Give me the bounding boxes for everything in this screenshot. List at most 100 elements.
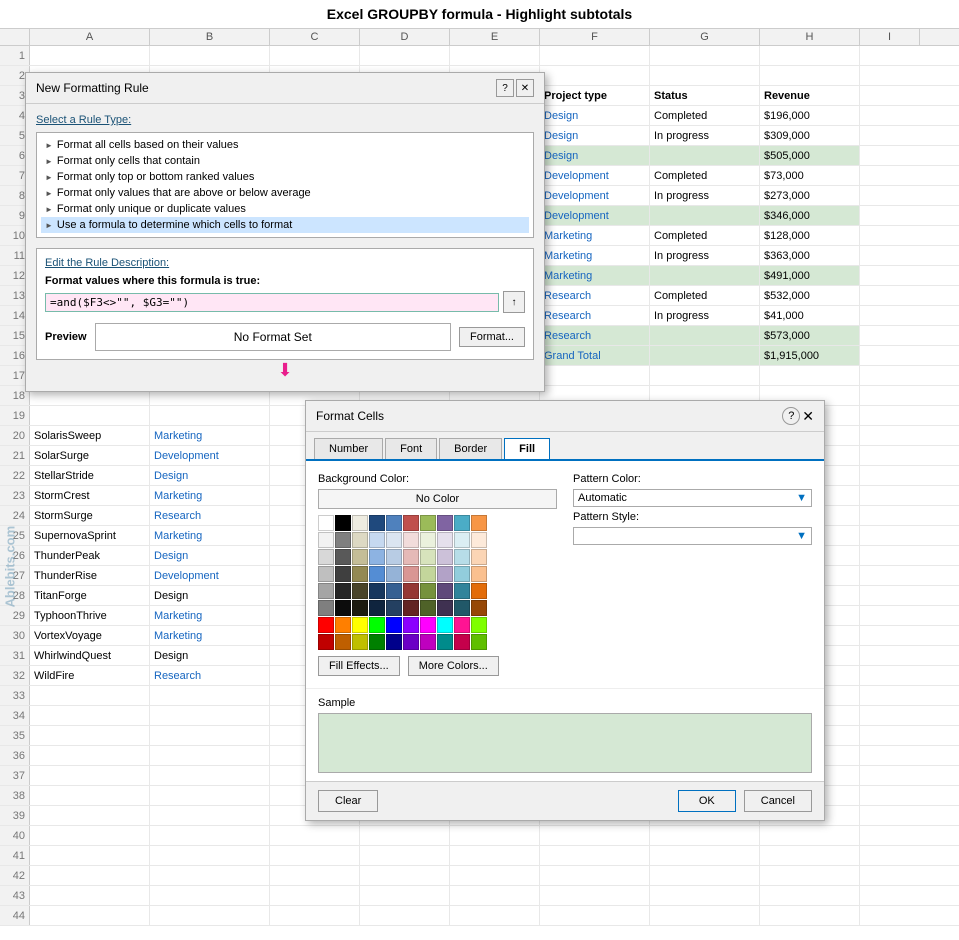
tab-number[interactable]: Number	[314, 438, 383, 459]
color-swatch[interactable]	[352, 634, 368, 650]
fc-help-button[interactable]: ?	[782, 407, 800, 425]
color-swatch[interactable]	[437, 549, 453, 565]
cell-a[interactable]	[30, 826, 150, 845]
color-swatch[interactable]	[437, 617, 453, 633]
color-swatch[interactable]	[403, 634, 419, 650]
tab-fill[interactable]: Fill	[504, 438, 550, 461]
cell-h[interactable]	[760, 826, 860, 845]
nfr-formula-range-button[interactable]: ↑	[503, 291, 525, 313]
color-swatch[interactable]	[420, 583, 436, 599]
color-swatch[interactable]	[420, 634, 436, 650]
cell-a[interactable]	[30, 806, 150, 825]
cell-g[interactable]: Completed	[650, 286, 760, 305]
cell-h[interactable]: $1,915,000	[760, 346, 860, 365]
color-swatch[interactable]	[335, 566, 351, 582]
cell-a[interactable]: WhirlwindQuest	[30, 646, 150, 665]
color-swatch[interactable]	[420, 566, 436, 582]
cell-f[interactable]: Project type	[540, 86, 650, 105]
cell-b[interactable]: Research	[150, 666, 270, 685]
cell-a[interactable]	[30, 406, 150, 425]
cell-b[interactable]: Development	[150, 566, 270, 585]
cell-c[interactable]	[270, 846, 360, 865]
color-swatch[interactable]	[403, 617, 419, 633]
cell-h[interactable]: $573,000	[760, 326, 860, 345]
cell-b[interactable]	[150, 906, 270, 925]
cell-h[interactable]	[760, 66, 860, 85]
cell-b[interactable]: Design	[150, 546, 270, 565]
color-swatch[interactable]	[318, 583, 334, 599]
color-swatch[interactable]	[471, 600, 487, 616]
cell-b[interactable]	[150, 826, 270, 845]
cell-b[interactable]	[150, 786, 270, 805]
cell-f[interactable]: Development	[540, 166, 650, 185]
cell-g[interactable]: Completed	[650, 226, 760, 245]
cell-c[interactable]	[270, 906, 360, 925]
cell-b[interactable]	[150, 726, 270, 745]
cell-b[interactable]: Marketing	[150, 486, 270, 505]
cell-a[interactable]	[30, 766, 150, 785]
color-swatch[interactable]	[454, 583, 470, 599]
cell-g[interactable]	[650, 886, 760, 905]
cell-a[interactable]: VortexVoyage	[30, 626, 150, 645]
color-swatch[interactable]	[352, 617, 368, 633]
cell-f[interactable]: Development	[540, 186, 650, 205]
cell-h[interactable]: $363,000	[760, 246, 860, 265]
cell-e[interactable]	[450, 906, 540, 925]
color-swatch[interactable]	[386, 515, 402, 531]
color-swatch[interactable]	[454, 634, 470, 650]
cell-e[interactable]	[450, 866, 540, 885]
cell-g[interactable]	[650, 266, 760, 285]
color-swatch[interactable]	[386, 634, 402, 650]
color-swatch[interactable]	[454, 566, 470, 582]
color-swatch[interactable]	[454, 549, 470, 565]
cell-b[interactable]: Design	[150, 646, 270, 665]
color-swatch[interactable]	[318, 600, 334, 616]
cell-f[interactable]	[540, 906, 650, 925]
cell-b[interactable]: Marketing	[150, 626, 270, 645]
cell-a[interactable]	[30, 786, 150, 805]
color-swatch[interactable]	[420, 532, 436, 548]
fc-fill-effects-button[interactable]: Fill Effects...	[318, 656, 400, 676]
color-swatch[interactable]	[471, 617, 487, 633]
color-swatch[interactable]	[454, 515, 470, 531]
color-swatch[interactable]	[471, 634, 487, 650]
cell-h[interactable]: $505,000	[760, 146, 860, 165]
rule-type-item[interactable]: Format only cells that contain	[41, 153, 529, 169]
color-swatch[interactable]	[454, 532, 470, 548]
cell-g[interactable]: Completed	[650, 166, 760, 185]
color-swatch[interactable]	[403, 532, 419, 548]
fc-clear-button[interactable]: Clear	[318, 790, 378, 812]
cell-a[interactable]: StormCrest	[30, 486, 150, 505]
cell-a[interactable]: StormSurge	[30, 506, 150, 525]
cell-f[interactable]: Design	[540, 106, 650, 125]
cell-a[interactable]: WildFire	[30, 666, 150, 685]
cell-b[interactable]: Design	[150, 466, 270, 485]
color-swatch[interactable]	[369, 532, 385, 548]
cell-a[interactable]: TitanForge	[30, 586, 150, 605]
cell-f[interactable]	[540, 46, 650, 65]
cell-a[interactable]: SupernovaSprint	[30, 526, 150, 545]
tab-font[interactable]: Font	[385, 438, 437, 459]
color-swatch[interactable]	[318, 634, 334, 650]
fc-pattern-color-select[interactable]: Automatic ▼	[573, 489, 812, 507]
cell-h[interactable]: $128,000	[760, 226, 860, 245]
cell-f[interactable]	[540, 366, 650, 385]
color-swatch[interactable]	[471, 532, 487, 548]
color-swatch[interactable]	[335, 549, 351, 565]
fc-no-color-button[interactable]: No Color	[318, 489, 557, 509]
cell-e[interactable]	[450, 826, 540, 845]
cell-a[interactable]: SolarisSweep	[30, 426, 150, 445]
color-swatch[interactable]	[437, 566, 453, 582]
cell-f[interactable]	[540, 866, 650, 885]
color-swatch[interactable]	[403, 566, 419, 582]
cell-b[interactable]	[150, 806, 270, 825]
cell-b[interactable]	[150, 846, 270, 865]
color-swatch[interactable]	[471, 515, 487, 531]
color-swatch[interactable]	[318, 566, 334, 582]
color-swatch[interactable]	[403, 549, 419, 565]
cell-g[interactable]: Status	[650, 86, 760, 105]
cell-d[interactable]	[360, 906, 450, 925]
cell-a[interactable]	[30, 866, 150, 885]
color-swatch[interactable]	[437, 583, 453, 599]
color-swatch[interactable]	[471, 583, 487, 599]
